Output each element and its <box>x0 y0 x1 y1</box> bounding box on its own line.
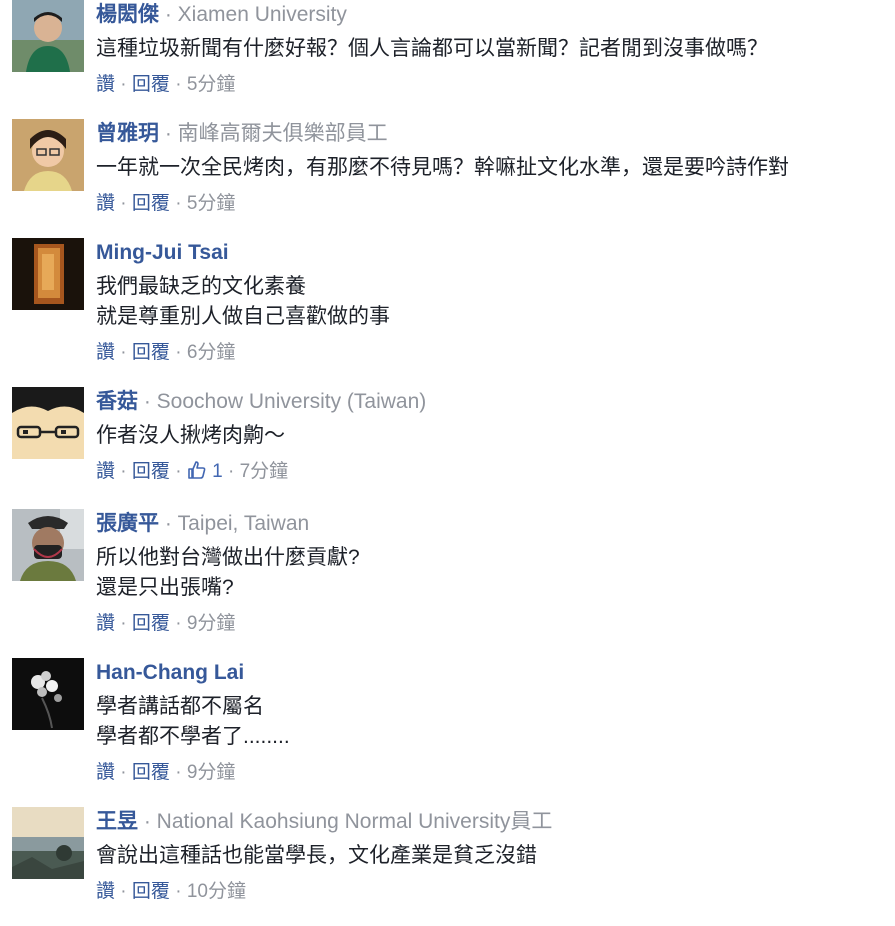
comment-author[interactable]: Ming-Jui Tsai <box>96 241 229 264</box>
like-link[interactable]: 讚 <box>96 461 115 482</box>
comment-text: 會說出這種話也能當學長，文化產業是貧乏沒錯 <box>96 841 885 871</box>
avatar[interactable] <box>12 119 84 191</box>
comment-text-line: 我們最缺乏的文化素養 <box>96 275 306 298</box>
comment-text-line: 還是只出張嘴? <box>96 576 234 599</box>
like-link[interactable]: 讚 <box>96 613 115 634</box>
avatar[interactable] <box>12 807 84 879</box>
comment-timestamp[interactable]: 5分鐘 <box>187 74 236 95</box>
comment-author[interactable]: 曾雅玥 <box>96 122 159 145</box>
comment-text: 這種垃圾新聞有什麼好報？個人言論都可以當新聞？記者閒到沒事做嗎？ <box>96 34 885 64</box>
reply-link[interactable]: 回覆 <box>132 193 170 214</box>
avatar[interactable] <box>12 238 84 310</box>
comment-text-line: 就是尊重別人做自己喜歡做的事 <box>96 305 390 328</box>
comment-actions: 讚 · 回覆 · 1 · 7分鐘 <box>96 459 885 485</box>
comment-timestamp[interactable]: 9分鐘 <box>187 762 236 783</box>
comment-timestamp[interactable]: 5分鐘 <box>187 193 236 214</box>
comment-author-affiliation: National Kaohsiung Normal University員工 <box>156 810 553 833</box>
comment-text-line: 學者都不學者了........ <box>96 725 290 748</box>
comment-author[interactable]: 楊閎傑 <box>96 3 159 26</box>
separator: · <box>143 810 157 833</box>
comment-text: 學者講話都不屬名 學者都不學者了........ <box>96 692 885 752</box>
comment-actions: 讚 · 回覆 · 9分鐘 <box>96 611 885 637</box>
separator: · <box>120 193 132 214</box>
comment-text-line: 作者沒人揪烤肉齁～ <box>96 424 285 447</box>
comment-author-affiliation: Taipei, Taiwan <box>177 512 310 535</box>
separator: · <box>120 342 132 363</box>
separator: · <box>175 74 187 95</box>
comment-actions: 讚 · 回覆 · 5分鐘 <box>96 191 885 217</box>
like-link[interactable]: 讚 <box>96 762 115 783</box>
avatar[interactable] <box>12 658 84 730</box>
reply-link[interactable]: 回覆 <box>132 461 170 482</box>
reply-link[interactable]: 回覆 <box>132 762 170 783</box>
separator: · <box>143 390 157 413</box>
avatar[interactable] <box>12 0 84 72</box>
comment-text-line: 所以他對台灣做出什麼貢獻? <box>96 546 360 569</box>
reply-link[interactable]: 回覆 <box>132 613 170 634</box>
comment-actions: 讚 · 回覆 · 9分鐘 <box>96 760 885 786</box>
comment-author[interactable]: 王昱 <box>96 810 138 833</box>
thumbs-up-icon[interactable] <box>187 460 207 480</box>
comment-actions: 讚 · 回覆 · 6分鐘 <box>96 340 885 366</box>
separator: · <box>164 512 178 535</box>
comment-timestamp[interactable]: 6分鐘 <box>187 342 236 363</box>
comment-text-line: 這種垃圾新聞有什麼好報？個人言論都可以當新聞？記者閒到沒事做嗎？ <box>96 37 768 60</box>
comment-timestamp[interactable]: 10分鐘 <box>187 881 246 902</box>
like-link[interactable]: 讚 <box>96 342 115 363</box>
comment-timestamp[interactable]: 9分鐘 <box>187 613 236 634</box>
comment-text-line: 學者講話都不屬名 <box>96 695 264 718</box>
comment-actions: 讚 · 回覆 · 10分鐘 <box>96 879 885 905</box>
avatar[interactable] <box>12 387 84 459</box>
comment-text-line: 一年就一次全民烤肉，有那麼不待見嗎？幹嘛扯文化水準，還是要吟詩作對 <box>96 156 789 179</box>
comment-text: 所以他對台灣做出什麼貢獻? 還是只出張嘴? <box>96 543 885 603</box>
comment-author[interactable]: Han-Chang Lai <box>96 661 244 684</box>
reply-link[interactable]: 回覆 <box>132 74 170 95</box>
comment-text: 我們最缺乏的文化素養 就是尊重別人做自己喜歡做的事 <box>96 272 885 332</box>
separator: · <box>175 613 187 634</box>
like-link[interactable]: 讚 <box>96 193 115 214</box>
reply-link[interactable]: 回覆 <box>132 881 170 902</box>
separator: · <box>175 762 187 783</box>
like-link[interactable]: 讚 <box>96 74 115 95</box>
comment-author[interactable]: 香菇 <box>96 390 138 413</box>
comment-author-affiliation: Soochow University (Taiwan) <box>156 390 427 413</box>
separator: · <box>164 122 178 145</box>
separator: · <box>164 3 178 26</box>
separator: · <box>175 461 187 482</box>
avatar[interactable] <box>12 509 84 581</box>
reply-link[interactable]: 回覆 <box>132 342 170 363</box>
separator: · <box>120 461 132 482</box>
like-link[interactable]: 讚 <box>96 881 115 902</box>
comment-actions: 讚 · 回覆 · 5分鐘 <box>96 72 885 98</box>
separator: · <box>120 613 132 634</box>
separator: · <box>175 342 187 363</box>
separator: · <box>120 881 132 902</box>
comment-author-affiliation: Xiamen University <box>177 3 347 26</box>
comment-timestamp[interactable]: 7分鐘 <box>240 461 289 482</box>
comment-text: 一年就一次全民烤肉，有那麼不待見嗎？幹嘛扯文化水準，還是要吟詩作對 <box>96 153 885 183</box>
reaction-count[interactable]: 1 <box>212 461 223 482</box>
comment-text: 作者沒人揪烤肉齁～ <box>96 421 885 451</box>
comment-author-affiliation: 南峰高爾夫俱樂部員工 <box>177 122 388 145</box>
comment-author[interactable]: 張廣平 <box>96 512 159 535</box>
separator: · <box>175 193 187 214</box>
comment-text-line: 會說出這種話也能當學長，文化產業是貧乏沒錯 <box>96 844 537 867</box>
separator: · <box>227 461 240 482</box>
separator: · <box>175 881 187 902</box>
separator: · <box>120 74 132 95</box>
separator: · <box>120 762 132 783</box>
